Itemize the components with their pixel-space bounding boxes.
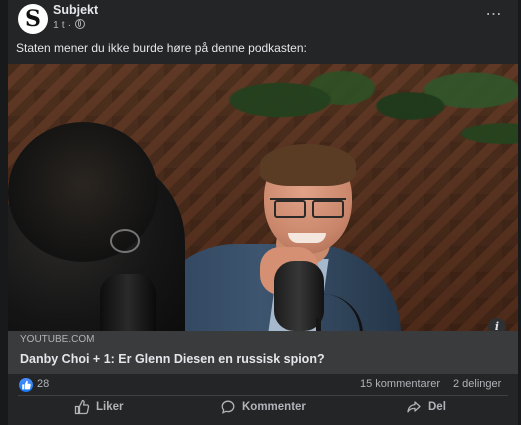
link-title[interactable]: Danby Choi + 1: Er Glenn Diesen en russi… [20,352,325,366]
more-options-icon[interactable]: ⋯ [484,7,504,25]
guest-hair [260,144,356,186]
post-card: S Subjekt 1 t · ⋯ Staten mener du ikke b… [8,0,518,425]
post-header: S Subjekt 1 t · ⋯ [8,0,518,40]
link-domain: YOUTUBE.COM [20,334,95,345]
share-button[interactable]: Del [406,398,486,418]
action-divider [18,395,508,396]
comment-label: Kommenter [242,401,306,413]
page-avatar[interactable]: S [18,4,48,34]
share-count[interactable]: 2 delinger [453,378,501,390]
thumb-up-icon [74,399,90,415]
reaction-count[interactable]: 28 [37,378,49,390]
link-preview[interactable]: YOUTUBE.COM Danby Choi + 1: Er Glenn Die… [8,331,518,374]
host-microphone [100,274,156,331]
guest-glasses [270,198,346,218]
share-icon [407,401,421,413]
like-button[interactable]: Liker [74,398,154,418]
comment-icon [221,400,235,414]
globe-icon [75,19,86,29]
like-reaction-icon[interactable] [19,378,33,392]
comment-count[interactable]: 15 kommentarer [360,378,440,390]
engagement-bar: 28 15 kommentarer 2 delinger [8,375,518,395]
video-thumbnail[interactable]: i [8,64,518,331]
page-name-link[interactable]: Subjekt [53,3,98,17]
share-label: Del [428,401,446,413]
guest-smile [288,233,326,243]
like-label: Liker [96,401,124,413]
post-text: Staten mener du ikke burde høre på denne… [16,41,307,55]
info-icon[interactable]: i [488,318,506,331]
post-meta: 1 t · [53,19,86,31]
host-glasses [110,229,140,253]
mic-stand [316,318,321,331]
comment-button[interactable]: Kommenter [220,398,340,418]
avatar-letter: S [25,6,41,32]
post-timestamp[interactable]: 1 t [53,19,65,31]
meta-separator: · [64,19,75,31]
